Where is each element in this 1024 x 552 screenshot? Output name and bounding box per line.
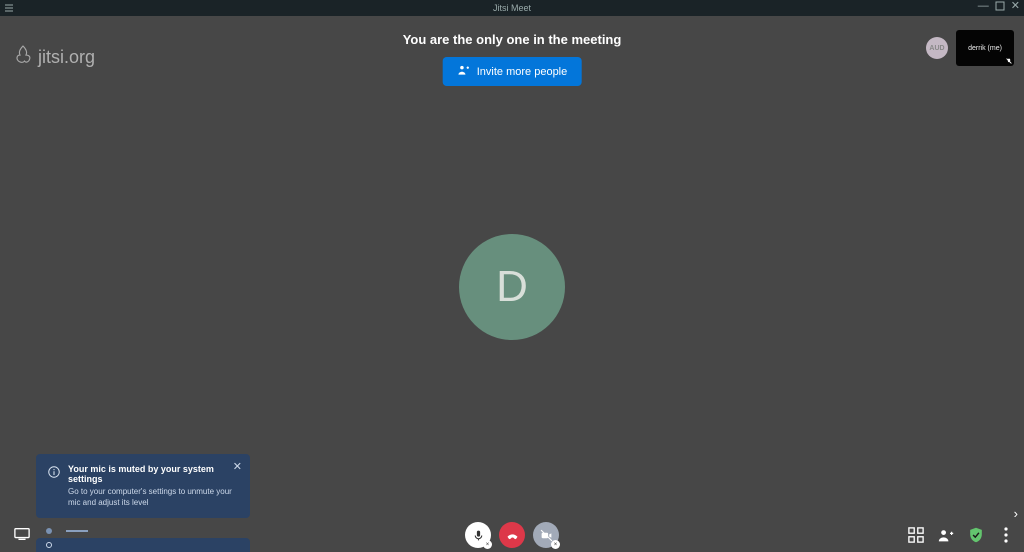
avatar-letter: D xyxy=(496,262,528,312)
avatar-text: AUD xyxy=(929,45,944,52)
camera-toggle-button[interactable]: × xyxy=(533,522,559,548)
info-icon xyxy=(48,465,60,477)
info-icon xyxy=(46,542,52,548)
mic-muted-indicator-icon xyxy=(1006,58,1012,64)
desktop-indicator-icon[interactable] xyxy=(14,527,30,546)
call-controls: × × xyxy=(465,522,559,548)
notification-title: Your mic is muted by your system setting… xyxy=(68,464,238,484)
header-message: You are the only one in the meeting Invi… xyxy=(403,32,622,86)
meeting-main: jitsi.org You are the only one in the me… xyxy=(0,16,1024,552)
mic-muted-badge-icon: × xyxy=(483,540,492,549)
secondary-controls xyxy=(908,527,1014,543)
indicator-dot-icon xyxy=(46,528,52,534)
self-label: derrik (me) xyxy=(968,45,1002,52)
security-button[interactable] xyxy=(968,527,984,543)
center-avatar: D xyxy=(459,234,565,340)
indicator-bar-icon xyxy=(66,530,88,532)
brand-logo: jitsi.org xyxy=(14,44,95,71)
participants-button[interactable] xyxy=(938,527,954,543)
microphone-toggle-button[interactable]: × xyxy=(465,522,491,548)
minimize-icon[interactable]: — xyxy=(978,1,989,14)
cam-off-badge-icon: × xyxy=(551,540,560,549)
lonely-message: You are the only one in the meeting xyxy=(403,32,622,47)
notification-body: Your mic is muted by your system setting… xyxy=(68,464,238,508)
more-actions-button[interactable] xyxy=(998,527,1014,543)
notification-toast: Your mic is muted by your system setting… xyxy=(36,454,250,518)
filmstrip-toggle-icon[interactable]: › xyxy=(1014,506,1018,521)
close-icon[interactable]: ✕ xyxy=(1011,1,1020,14)
brand-name: jitsi.org xyxy=(38,47,95,68)
invite-button-label: Invite more people xyxy=(477,66,568,78)
participant-thumbnails: AUD derrik (me) xyxy=(926,30,1014,66)
notification-close-icon[interactable]: ✕ xyxy=(233,462,242,473)
avatar-remote[interactable]: AUD xyxy=(926,37,948,59)
hangup-button[interactable] xyxy=(499,522,525,548)
tile-view-button[interactable] xyxy=(908,527,924,543)
window-titlebar: Jitsi Meet — ✕ xyxy=(0,0,1024,16)
notification-text: Go to your computer's settings to unmute… xyxy=(68,487,238,508)
window-title: Jitsi Meet xyxy=(493,3,531,13)
invite-people-icon xyxy=(457,63,471,80)
notification-controls xyxy=(46,528,88,534)
self-video-tile[interactable]: derrik (me) xyxy=(956,30,1014,66)
window-controls: — ✕ xyxy=(978,1,1020,14)
notification-toast-secondary xyxy=(36,538,250,552)
maximize-icon[interactable] xyxy=(995,1,1005,14)
hamburger-icon[interactable] xyxy=(4,3,14,15)
jitsi-logo-icon xyxy=(14,44,32,71)
invite-button[interactable]: Invite more people xyxy=(443,57,582,86)
